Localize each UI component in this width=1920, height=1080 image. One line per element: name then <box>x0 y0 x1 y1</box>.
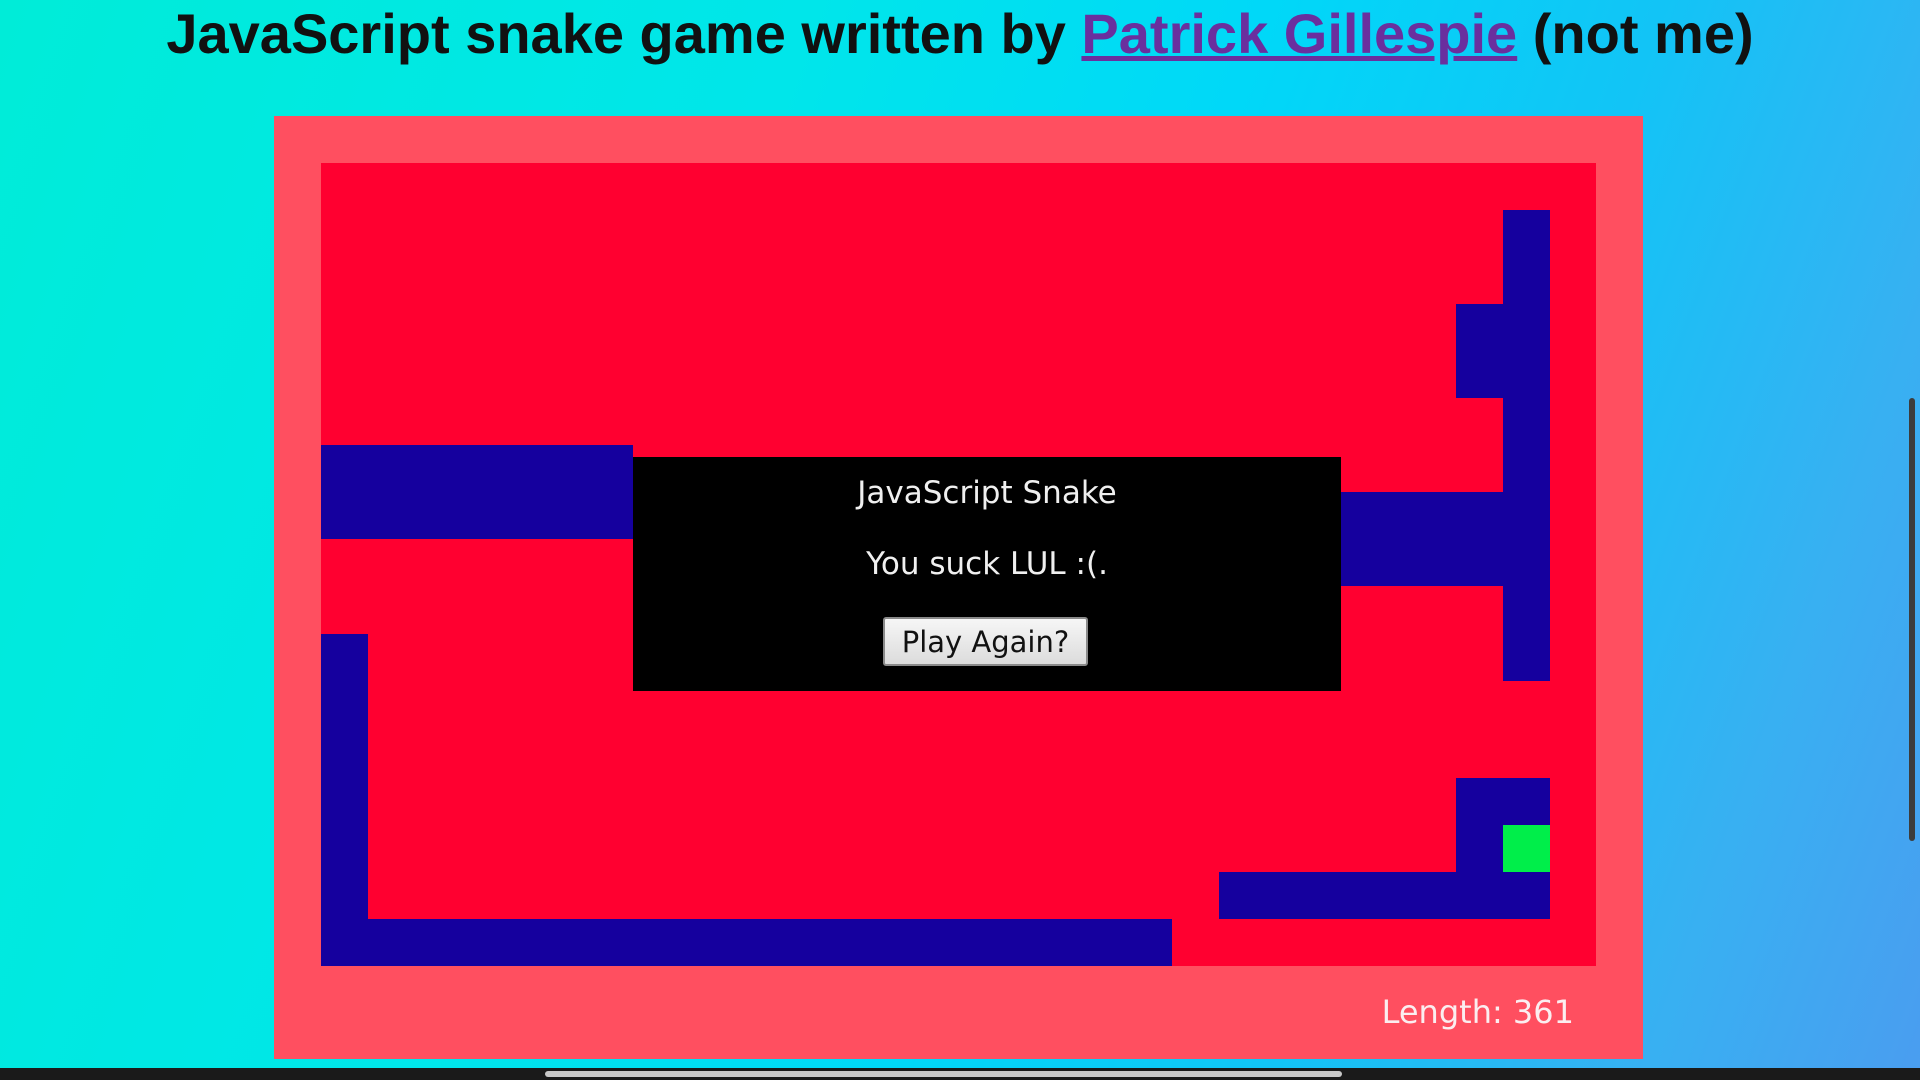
snake-segment <box>1456 304 1503 398</box>
snake-segment <box>1456 825 1503 872</box>
title-prefix: JavaScript snake game written by <box>166 2 1082 65</box>
dialog-title: JavaScript Snake <box>857 475 1117 511</box>
horizontal-scrollbar-thumb[interactable] <box>545 1071 1342 1077</box>
food-pellet <box>1503 825 1550 872</box>
snake-segment <box>1456 778 1550 825</box>
length-readout: Length: 361 <box>1381 993 1574 1031</box>
snake-segment <box>1503 210 1550 681</box>
title-suffix: (not me) <box>1517 2 1754 65</box>
snake-segment <box>321 445 633 539</box>
dialog-message: You suck LUL :(. <box>866 546 1108 582</box>
vertical-scrollbar-thumb[interactable] <box>1909 398 1915 841</box>
play-again-button[interactable]: Play Again? <box>883 617 1088 666</box>
page-title: JavaScript snake game written by Patrick… <box>0 2 1920 66</box>
game-frame: JavaScript Snake You suck LUL :(. Play A… <box>274 116 1643 1059</box>
game-over-dialog: JavaScript Snake You suck LUL :(. Play A… <box>633 457 1341 691</box>
game-board[interactable]: JavaScript Snake You suck LUL :(. Play A… <box>321 163 1596 966</box>
snake-segment <box>368 919 1172 966</box>
author-link[interactable]: Patrick Gillespie <box>1081 2 1517 65</box>
snake-segment <box>1341 492 1503 586</box>
snake-segment <box>321 634 368 966</box>
snake-segment <box>1219 872 1550 919</box>
